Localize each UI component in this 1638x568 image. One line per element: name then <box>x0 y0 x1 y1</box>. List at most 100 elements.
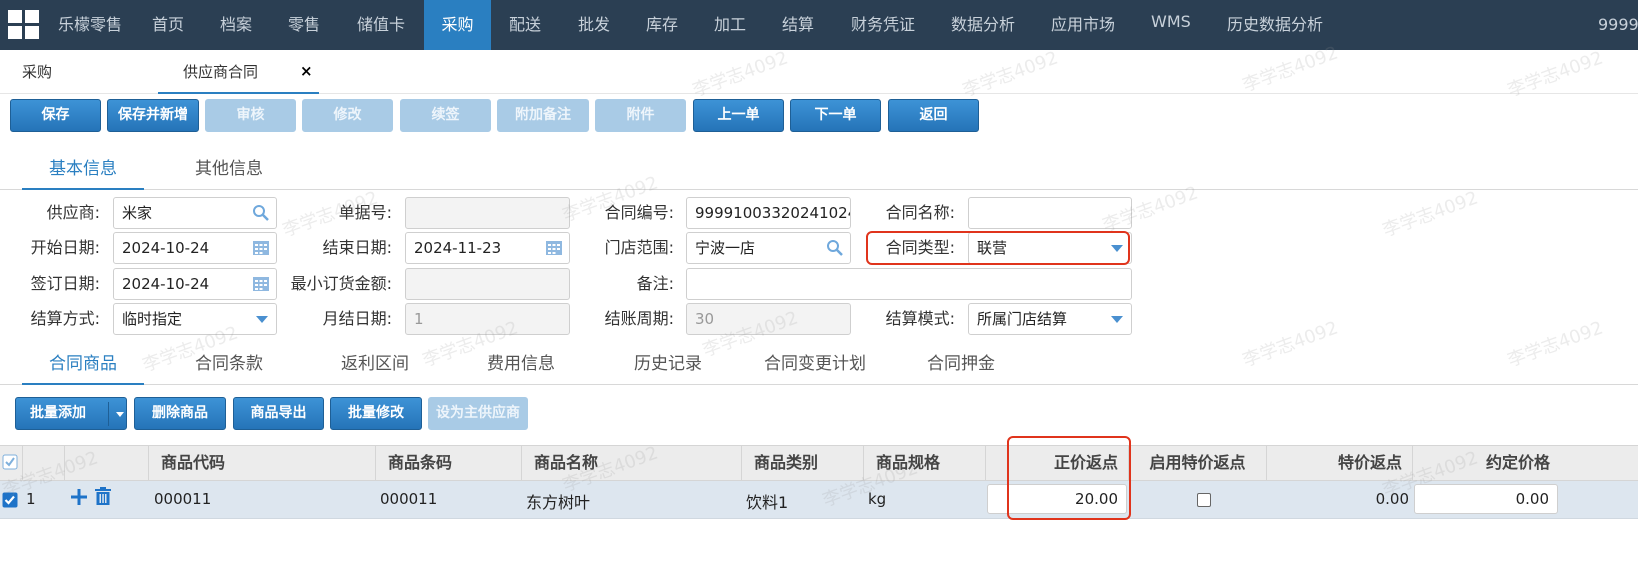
column-header-barcode[interactable]: 商品条码 <box>375 446 521 480</box>
nav-wms[interactable]: WMS <box>1151 0 1191 50</box>
page-tabs: 采购 供应商合同 × <box>0 50 1638 94</box>
search-icon[interactable] <box>252 204 270 222</box>
save-button[interactable]: 保存 <box>10 99 101 132</box>
min-order-amount-label: 最小订货金额: <box>290 274 392 293</box>
app-grid-icon[interactable] <box>8 10 40 40</box>
calendar-icon[interactable] <box>545 239 563 257</box>
month-settle-day-label: 月结日期: <box>322 309 392 328</box>
chevron-down-icon[interactable] <box>116 412 124 417</box>
tab-deposit[interactable]: 合同押金 <box>900 347 1022 385</box>
next-button[interactable]: 下一单 <box>790 99 881 132</box>
tab-other-info[interactable]: 其他信息 <box>168 152 290 190</box>
chevron-down-icon <box>1111 316 1123 323</box>
nav-delivery[interactable]: 配送 <box>509 0 541 50</box>
store-scope-value: 宁波一店 <box>695 239 756 257</box>
attachment-button[interactable]: 附件 <box>595 99 686 132</box>
nav-brand[interactable]: 乐檬零售 <box>58 0 122 50</box>
nav-inventory[interactable]: 库存 <box>646 0 678 50</box>
select-all-checkbox[interactable] <box>2 454 18 470</box>
sign-date-value: 2024-10-24 <box>122 275 210 293</box>
tab-basic-info[interactable]: 基本信息 <box>22 152 144 190</box>
nav-purchase[interactable]: 采购 <box>424 0 491 50</box>
agreed-price-input[interactable]: 0.00 <box>1414 484 1558 514</box>
cell-name: 东方树叶 <box>526 493 591 512</box>
nav-settlement[interactable]: 结算 <box>782 0 814 50</box>
contract-name-field[interactable] <box>968 197 1132 229</box>
nav-processing[interactable]: 加工 <box>714 0 746 50</box>
renew-button[interactable]: 续签 <box>400 99 491 132</box>
grid-header: 商品代码 商品条码 商品名称 商品类别 商品规格 正价返点 启用特价返点 特价返… <box>0 445 1638 481</box>
tab-rebate-range[interactable]: 返利区间 <box>314 347 436 385</box>
settle-mode-value: 所属门店结算 <box>977 310 1068 328</box>
user-account[interactable]: 9999 <box>1598 0 1638 50</box>
nav-archive[interactable]: 档案 <box>220 0 252 50</box>
row-checkbox[interactable] <box>2 492 18 508</box>
nav-home[interactable]: 首页 <box>152 0 184 50</box>
export-goods-button[interactable]: 商品导出 <box>233 397 324 430</box>
settle-method-label: 结算方式: <box>30 309 100 328</box>
nav-retail[interactable]: 零售 <box>288 0 320 50</box>
remark-field[interactable] <box>686 268 1132 300</box>
trash-icon[interactable] <box>94 487 112 506</box>
column-header-category[interactable]: 商品类别 <box>741 446 863 480</box>
highlight-box-regular-rebate <box>1007 436 1131 520</box>
set-main-supplier-button[interactable]: 设为主供应商 <box>428 397 528 430</box>
settle-mode-select[interactable]: 所属门店结算 <box>968 303 1132 335</box>
page-tab-supplier-contract[interactable]: 供应商合同 <box>158 50 319 94</box>
start-date-label: 开始日期: <box>30 238 100 257</box>
settle-method-select[interactable]: 临时指定 <box>113 303 277 335</box>
nav-data-analysis[interactable]: 数据分析 <box>951 0 1015 50</box>
store-scope-field[interactable]: 宁波一店 <box>686 232 851 264</box>
cell-special-rebate: 0.00 <box>1375 490 1409 508</box>
nav-finance-voucher[interactable]: 财务凭证 <box>851 0 915 50</box>
back-button[interactable]: 返回 <box>888 99 979 132</box>
add-icon[interactable] <box>70 488 88 506</box>
tab-fee-info[interactable]: 费用信息 <box>460 347 582 385</box>
audit-button[interactable]: 审核 <box>205 99 296 132</box>
calendar-icon[interactable] <box>252 239 270 257</box>
nav-stored-value-card[interactable]: 储值卡 <box>357 0 405 50</box>
search-icon[interactable] <box>826 239 844 257</box>
supplier-field[interactable]: 米家 <box>113 197 277 229</box>
close-icon[interactable]: × <box>300 62 313 80</box>
batch-edit-button[interactable]: 批量修改 <box>330 397 422 430</box>
calendar-icon[interactable] <box>252 275 270 293</box>
detail-tabs: 合同商品 合同条款 返利区间 费用信息 历史记录 合同变更计划 合同押金 <box>0 347 1638 385</box>
enable-special-rebate-checkbox[interactable] <box>1197 493 1211 507</box>
start-date-field[interactable]: 2024-10-24 <box>113 232 277 264</box>
supplier-value: 米家 <box>122 204 153 222</box>
column-header-agreed-price[interactable]: 约定价格 <box>1412 446 1560 480</box>
nav-history-analysis[interactable]: 历史数据分析 <box>1227 0 1323 50</box>
end-date-field[interactable]: 2024-11-23 <box>405 232 570 264</box>
cell-spec: kg <box>868 490 887 508</box>
nav-wholesale[interactable]: 批发 <box>578 0 610 50</box>
column-header-spec[interactable]: 商品规格 <box>863 446 985 480</box>
table-row[interactable]: 1 000011 000011 东方树叶 饮料1 kg 20.00 0.00 0… <box>0 481 1638 519</box>
chevron-down-icon <box>256 316 268 323</box>
cell-category: 饮料1 <box>746 493 789 512</box>
column-header-special-rebate[interactable]: 特价返点 <box>1266 446 1412 480</box>
min-order-amount-field <box>405 268 570 300</box>
previous-button[interactable]: 上一单 <box>693 99 784 132</box>
split-divider <box>108 402 109 426</box>
top-navigation-bar: 乐檬零售 首页 档案 零售 储值卡 采购 配送 批发 库存 加工 结算 财务凭证… <box>0 0 1638 50</box>
batch-add-button[interactable]: 批量添加 <box>15 397 127 430</box>
modify-button[interactable]: 修改 <box>302 99 393 132</box>
delete-goods-button[interactable]: 删除商品 <box>134 397 226 430</box>
tab-change-plan[interactable]: 合同变更计划 <box>751 347 879 385</box>
tab-contract-terms[interactable]: 合同条款 <box>168 347 290 385</box>
add-note-button[interactable]: 附加备注 <box>497 99 589 132</box>
sign-date-field[interactable]: 2024-10-24 <box>113 268 277 300</box>
save-and-new-button[interactable]: 保存并新增 <box>107 99 199 132</box>
column-header-code[interactable]: 商品代码 <box>148 446 375 480</box>
column-header-enable-special-rebate[interactable]: 启用特价返点 <box>1128 446 1266 480</box>
billing-period-field: 30 <box>686 303 851 335</box>
page-tab-purchase[interactable]: 采购 <box>22 50 52 94</box>
tab-history[interactable]: 历史记录 <box>607 347 729 385</box>
column-header-actions <box>64 446 148 480</box>
nav-app-market[interactable]: 应用市场 <box>1051 0 1115 50</box>
start-date-value: 2024-10-24 <box>122 239 210 257</box>
column-header-name[interactable]: 商品名称 <box>521 446 741 480</box>
tab-contract-goods[interactable]: 合同商品 <box>22 347 144 385</box>
contract-no-field[interactable]: 99991003320241024 <box>686 197 851 229</box>
